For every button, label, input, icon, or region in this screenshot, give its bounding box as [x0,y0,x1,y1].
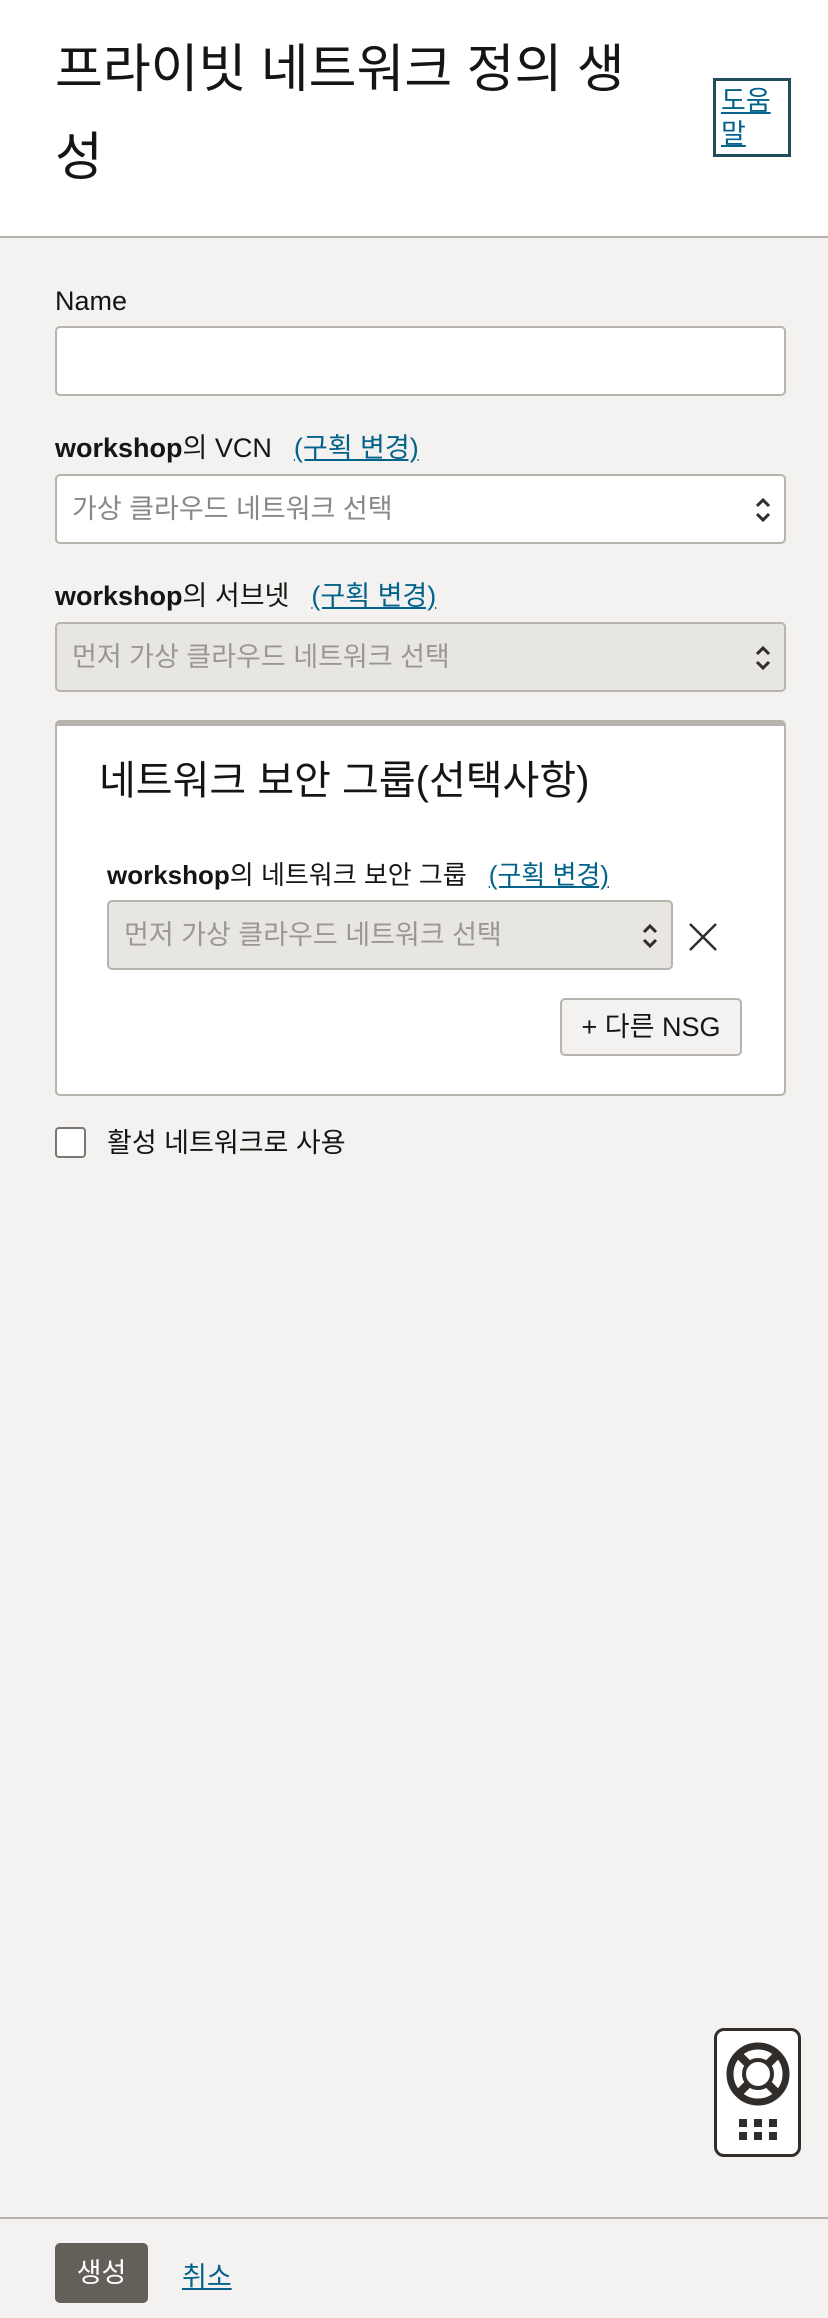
cancel-link[interactable]: 취소 [182,2255,232,2294]
subnet-select-placeholder: 먼저 가상 클라우드 네트워크 선택 [72,642,450,672]
footer-bar: 생성 취소 [0,2217,828,2318]
vcn-select[interactable]: 가상 클라우드 네트워크 선택 [55,474,786,544]
subnet-label: workshop의 서브넷 (구획 변경) [55,579,436,613]
vcn-label: workshop의 VCN (구획 변경) [55,431,419,465]
lifebuoy-icon [726,2042,790,2140]
close-icon[interactable] [686,920,720,954]
subnet-change-compartment-link[interactable]: (구획 변경) [311,581,436,611]
active-network-checkbox[interactable] [55,1127,86,1158]
name-label: Name [55,286,128,316]
add-nsg-button[interactable]: + 다른 NSG [560,998,742,1056]
nsg-label-suffix: 의 네트워크 보안 그룹 [229,860,467,890]
active-network-label: 활성 네트워크로 사용 [107,1128,346,1158]
nsg-panel: 네트워크 보안 그룹(선택사항) workshop의 네트워크 보안 그룹 (구획… [55,720,786,1096]
nsg-select-placeholder: 먼저 가상 클라우드 네트워크 선택 [124,920,502,950]
nsg-change-compartment-link[interactable]: (구획 변경) [489,860,609,890]
vcn-select-placeholder: 가상 클라우드 네트워크 선택 [72,494,393,524]
nsg-select[interactable]: 먼저 가상 클라우드 네트워크 선택 [107,900,673,970]
page-title: 프라이빗 네트워크 정의 생성 [55,41,625,187]
subnet-select[interactable]: 먼저 가상 클라우드 네트워크 선택 [55,622,786,692]
name-input[interactable] [55,326,786,396]
help-widget-button[interactable] [714,2028,801,2157]
chevron-up-down-icon [642,923,658,949]
nsg-compartment: workshop [107,860,230,890]
vcn-label-suffix: 의 VCN [182,433,272,463]
grid-dots-icon [739,2119,777,2140]
page-header: 프라이빗 네트워크 정의 생성 도움말 [0,0,828,238]
help-link[interactable]: 도움말 [713,78,791,157]
create-button[interactable]: 생성 [55,2243,148,2303]
subnet-label-suffix: 의 서브넷 [182,581,290,611]
vcn-change-compartment-link[interactable]: (구획 변경) [294,433,419,463]
chevron-up-down-icon [755,645,771,671]
nsg-label: workshop의 네트워크 보안 그룹 (구획 변경) [107,858,609,892]
subnet-compartment: workshop [55,581,183,611]
vcn-compartment: workshop [55,433,183,463]
nsg-panel-title: 네트워크 보안 그룹(선택사항) [99,759,590,803]
chevron-up-down-icon [755,497,771,523]
